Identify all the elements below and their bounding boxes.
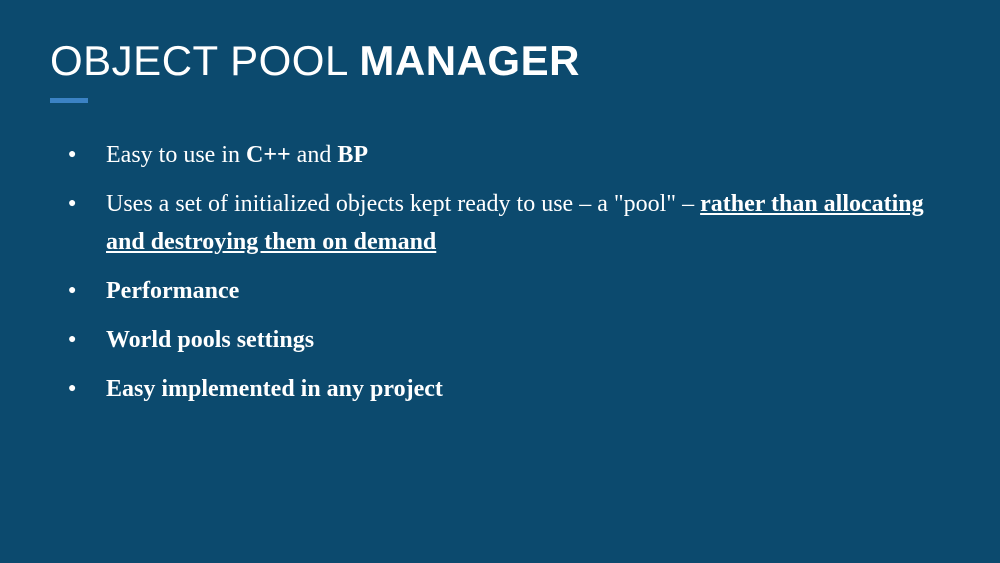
- text-bold: World pools settings: [106, 327, 314, 353]
- text: and: [291, 142, 338, 168]
- text: Uses a set of initialized objects kept r…: [106, 191, 700, 217]
- list-item: Uses a set of initialized objects kept r…: [68, 186, 950, 260]
- text: Easy to use in: [106, 142, 246, 168]
- list-item: Performance: [68, 273, 950, 310]
- text-bold: C++: [246, 142, 291, 168]
- slide-title: OBJECT POOL MANAGER: [50, 38, 950, 84]
- text-bold: Easy implemented in any project: [106, 376, 443, 402]
- list-item: World pools settings: [68, 322, 950, 359]
- list-item: Easy implemented in any project: [68, 371, 950, 408]
- title-light: OBJECT POOL: [50, 37, 359, 84]
- accent-bar: [50, 98, 88, 103]
- text-bold: BP: [337, 142, 368, 168]
- text-bold: Performance: [106, 278, 239, 304]
- list-item: Easy to use in C++ and BP: [68, 137, 950, 174]
- title-bold: MANAGER: [359, 37, 580, 84]
- bullet-list: Easy to use in C++ and BP Uses a set of …: [50, 137, 950, 408]
